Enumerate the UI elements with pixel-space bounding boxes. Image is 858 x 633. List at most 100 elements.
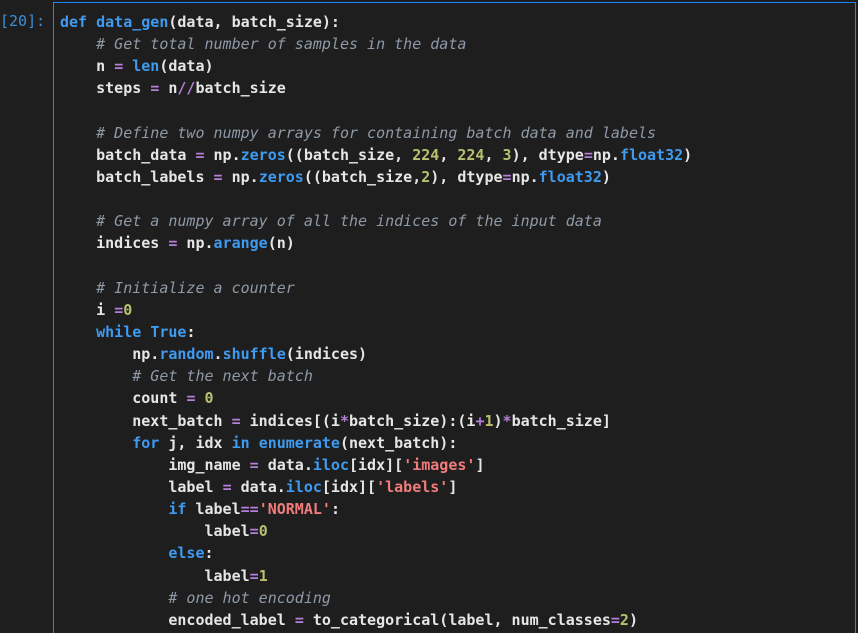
code-token: 224 <box>412 145 440 164</box>
code-line: # Get a numpy array of all the indices o… <box>60 210 692 232</box>
code-token: np. <box>177 234 214 253</box>
code-token: 0 <box>258 522 268 541</box>
code-token: np. <box>204 145 241 164</box>
code-token: float32 <box>538 167 602 186</box>
code-line: # Initialize a counter <box>60 277 692 299</box>
code-token: while <box>96 322 142 341</box>
code-token: ) <box>683 145 693 164</box>
code-token: = <box>249 522 259 541</box>
code-line: indices = np.arange(n) <box>60 232 692 254</box>
code-token: ), dtype <box>511 145 584 164</box>
code-line: for j, idx in enumerate(next_batch): <box>60 432 692 454</box>
code-editor[interactable]: def data_gen(data, batch_size): # Get to… <box>60 11 692 631</box>
notebook-view: [20]: def data_gen(data, batch_size): # … <box>0 0 858 633</box>
code-token: data. <box>231 477 286 496</box>
code-token: ((batch_size, <box>303 167 422 186</box>
code-token: (data, batch_size): <box>168 13 340 31</box>
code-line: # Define two numpy arrays for containing… <box>60 122 692 144</box>
code-token: = <box>222 477 232 496</box>
code-token: 1 <box>484 411 494 430</box>
code-token: batch_size <box>195 79 286 98</box>
code-token: // <box>177 79 196 98</box>
code-token: in <box>231 433 250 452</box>
code-line: encoded_label = to_categorical(label, nu… <box>60 609 692 631</box>
code-token: i <box>60 300 115 319</box>
code-token: batch_size] <box>511 411 611 430</box>
code-line: steps = n//batch_size <box>60 77 692 99</box>
execution-count-prompt: [20]: <box>0 12 46 30</box>
code-token: data. <box>258 455 313 474</box>
code-token: : <box>330 500 340 519</box>
code-token: next_batch <box>60 411 232 430</box>
code-token: (n) <box>267 234 295 253</box>
code-token: 2 <box>421 167 431 186</box>
code-token: label <box>186 500 241 519</box>
code-line: label=0 <box>60 520 692 542</box>
code-token: = <box>114 57 124 76</box>
code-token: 'NORMAL' <box>258 500 331 519</box>
code-token: np. <box>222 167 259 186</box>
code-token: = <box>150 79 160 98</box>
code-token: batch_data <box>60 145 196 164</box>
code-token: 0 <box>123 300 133 319</box>
code-token: float32 <box>619 145 684 164</box>
code-token: encoded_label <box>60 610 295 629</box>
code-token: 'images' <box>403 455 476 474</box>
code-token: 2 <box>619 610 629 629</box>
code-token: ((batch_size, <box>285 145 413 164</box>
code-token: = <box>249 455 259 474</box>
code-token: * <box>502 411 512 430</box>
code-token: [idx][ <box>321 477 377 496</box>
code-token: == <box>240 500 259 519</box>
code-token: (next_batch): <box>339 433 458 452</box>
code-token: : <box>204 544 214 563</box>
code-token: to_categorical(label, num_classes <box>303 610 611 629</box>
code-token: = <box>213 167 223 186</box>
code-token: 3 <box>502 145 512 164</box>
code-token: = <box>114 300 124 319</box>
code-line: batch_labels = np.zeros((batch_size,2), … <box>60 166 692 188</box>
code-cell[interactable]: def data_gen(data, batch_size): # Get to… <box>53 2 856 633</box>
code-token: # one hot encoding <box>168 588 331 607</box>
code-token: 224 <box>457 145 485 164</box>
code-line: np.random.shuffle(indices) <box>60 343 692 365</box>
code-token: arange <box>213 234 268 253</box>
code-line: batch_data = np.zeros((batch_size, 224, … <box>60 144 692 166</box>
code-token: [idx][ <box>349 455 404 474</box>
code-line: # Get the next batch <box>60 365 692 387</box>
code-token: else <box>168 544 205 563</box>
code-line: count = 0 <box>60 387 692 409</box>
code-token: # Get total number of samples in the dat… <box>96 35 467 54</box>
code-token: indices[(i <box>240 411 340 430</box>
code-token: ] <box>475 455 485 474</box>
code-token: # Get the next batch <box>132 367 313 386</box>
code-token: np. <box>592 145 620 164</box>
code-line: i =0 <box>60 299 692 321</box>
code-token: # Define two numpy arrays for containing… <box>96 123 657 142</box>
code-line: img_name = data.iloc[idx]['images'] <box>60 454 692 476</box>
code-token: shuffle <box>222 345 286 364</box>
code-token: img_name <box>60 455 250 474</box>
code-line: while True: <box>60 321 692 343</box>
code-token: steps <box>60 79 151 98</box>
code-token: batch_size):(i <box>349 411 476 430</box>
code-token: data_gen <box>96 13 169 31</box>
code-token: True <box>150 322 187 341</box>
code-token: label <box>60 566 250 585</box>
code-token: iloc <box>312 455 349 474</box>
code-token: , <box>484 145 503 164</box>
code-token: (indices) <box>285 345 368 364</box>
code-token: ) <box>601 167 611 186</box>
